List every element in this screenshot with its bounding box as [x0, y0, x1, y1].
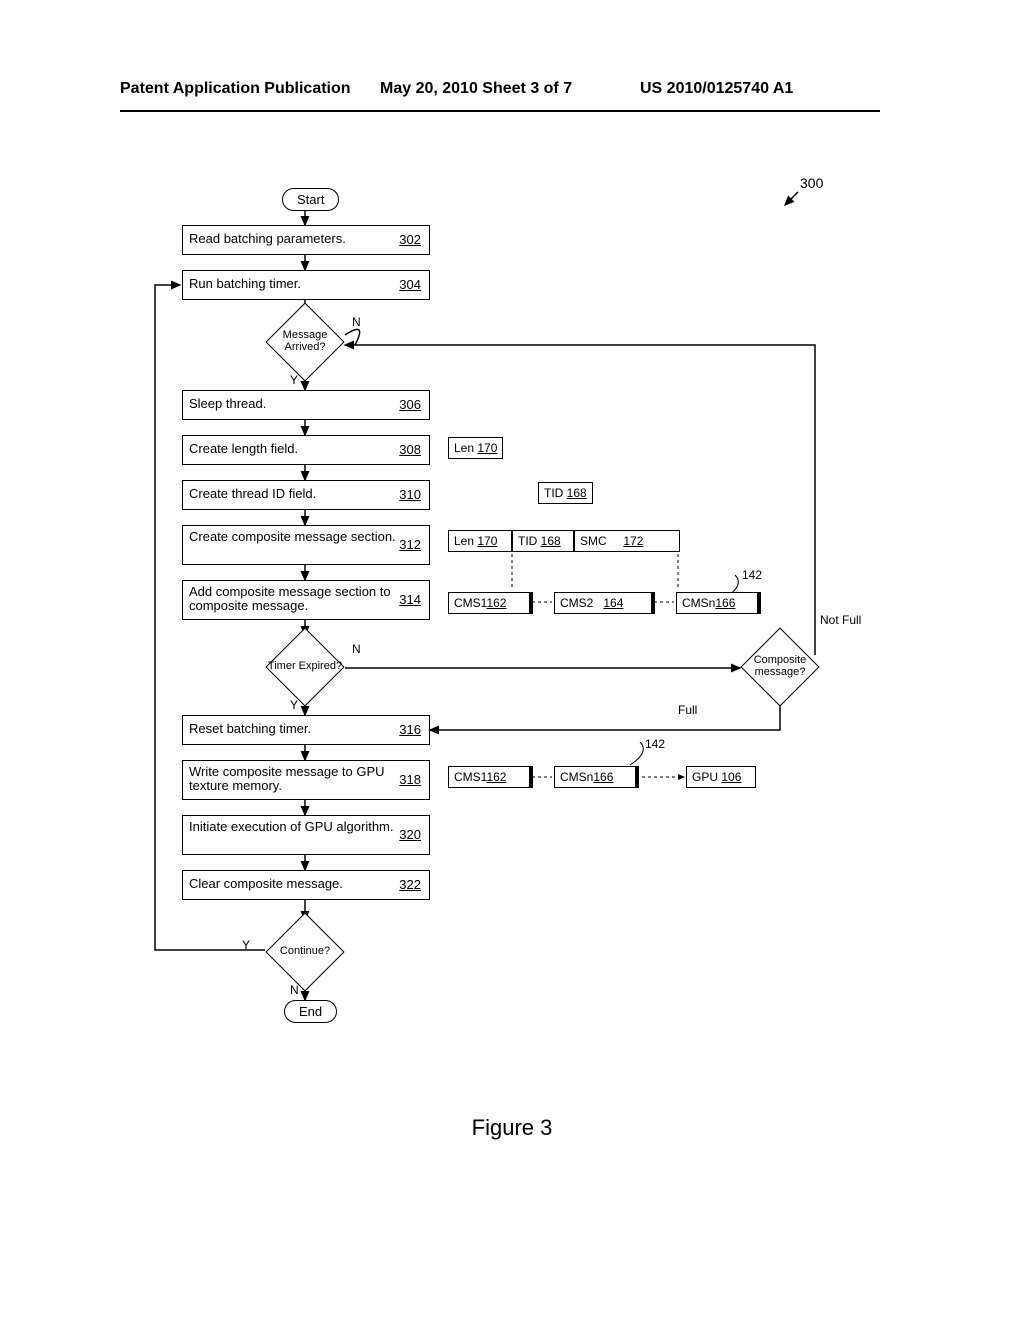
step-num: 308: [399, 441, 421, 459]
flow-arrows: [120, 180, 920, 1060]
step-302: Read batching parameters. 302: [182, 225, 430, 255]
step-num: 314: [399, 593, 421, 607]
divider: [758, 592, 761, 614]
step-text: Read batching parameters.: [189, 231, 346, 246]
header-center: May 20, 2010 Sheet 3 of 7: [380, 80, 572, 98]
step-310: Create thread ID field. 310: [182, 480, 430, 510]
step-text: Reset batching timer.: [189, 721, 311, 736]
header-left: Patent Application Publication: [120, 80, 351, 98]
box-gpu-106: GPU 106: [686, 766, 756, 788]
terminal-start: Start: [282, 188, 339, 211]
decision-message-arrived: Message Arrived?: [265, 310, 345, 372]
step-318: Write composite message to GPU texture m…: [182, 760, 430, 800]
step-312: Create composite message section. 312: [182, 525, 430, 565]
step-num: 302: [399, 231, 421, 249]
divider: [636, 766, 639, 788]
box-cms2: CMS2 164: [554, 592, 652, 614]
label-y: Y: [242, 938, 250, 952]
step-308: Create length field. 308: [182, 435, 430, 465]
decision-timer-expired: Timer Expired?: [265, 635, 345, 697]
step-num: 310: [399, 486, 421, 504]
step-314: Add composite message section to composi…: [182, 580, 430, 620]
step-304: Run batching timer. 304: [182, 270, 430, 300]
decision-continue: Continue?: [265, 920, 345, 982]
divider: [530, 766, 533, 788]
step-num: 316: [399, 721, 421, 739]
box-cms1-a: CMS1162: [448, 592, 530, 614]
figure-caption: Figure 3: [0, 1115, 1024, 1141]
label-n: N: [352, 315, 361, 329]
step-text: Create length field.: [189, 441, 298, 456]
box-tid-168: TID 168: [538, 482, 593, 504]
box-cmsn-b: CMSn166: [554, 766, 636, 788]
step-text: Initiate execution of GPU algorithm.: [189, 819, 394, 834]
box-cms1-b: CMS1162: [448, 766, 530, 788]
step-num: 320: [399, 828, 421, 842]
step-num: 322: [399, 876, 421, 894]
ref-142a: 142: [742, 568, 762, 582]
step-text: Clear composite message.: [189, 876, 343, 891]
step-306: Sleep thread. 306: [182, 390, 430, 420]
header-rule: [120, 110, 880, 112]
ref-300: 300: [800, 175, 823, 191]
divider: [530, 592, 533, 614]
step-num: 304: [399, 276, 421, 294]
decision-composite-message: Composite message?: [740, 635, 820, 697]
box-cmsn-a: CMSn166: [676, 592, 758, 614]
box-len-170: Len Len 170170: [448, 437, 503, 459]
step-text: Run batching timer.: [189, 276, 301, 291]
step-text: Sleep thread.: [189, 396, 266, 411]
label-n: N: [352, 642, 361, 656]
label-full: Full: [678, 703, 697, 717]
step-num: 312: [399, 538, 421, 552]
divider: [652, 592, 655, 614]
step-num: 306: [399, 396, 421, 414]
box-tid-168b: TID 168: [512, 530, 574, 552]
step-text: Add composite message section to composi…: [189, 584, 391, 613]
label-y: Y: [290, 698, 298, 712]
step-320: Initiate execution of GPU algorithm. 320: [182, 815, 430, 855]
label-y: Y: [290, 373, 298, 387]
box-smc-172: SMC 172: [574, 530, 680, 552]
flowchart-diagram: 300 Start Read batching parameters. 302 …: [120, 180, 920, 1060]
label-notfull: Not Full: [820, 613, 861, 627]
step-text: Create thread ID field.: [189, 486, 316, 501]
step-322: Clear composite message. 322: [182, 870, 430, 900]
label-n: N: [290, 983, 299, 997]
box-len-170b: Len 170: [448, 530, 512, 552]
ref-142b: 142: [645, 737, 665, 751]
step-text: Create composite message section.: [189, 529, 396, 544]
step-num: 318: [399, 773, 421, 787]
step-316: Reset batching timer. 316: [182, 715, 430, 745]
step-text: Write composite message to GPU texture m…: [189, 764, 385, 793]
terminal-end: End: [284, 1000, 337, 1023]
header-right: US 2010/0125740 A1: [640, 80, 793, 98]
